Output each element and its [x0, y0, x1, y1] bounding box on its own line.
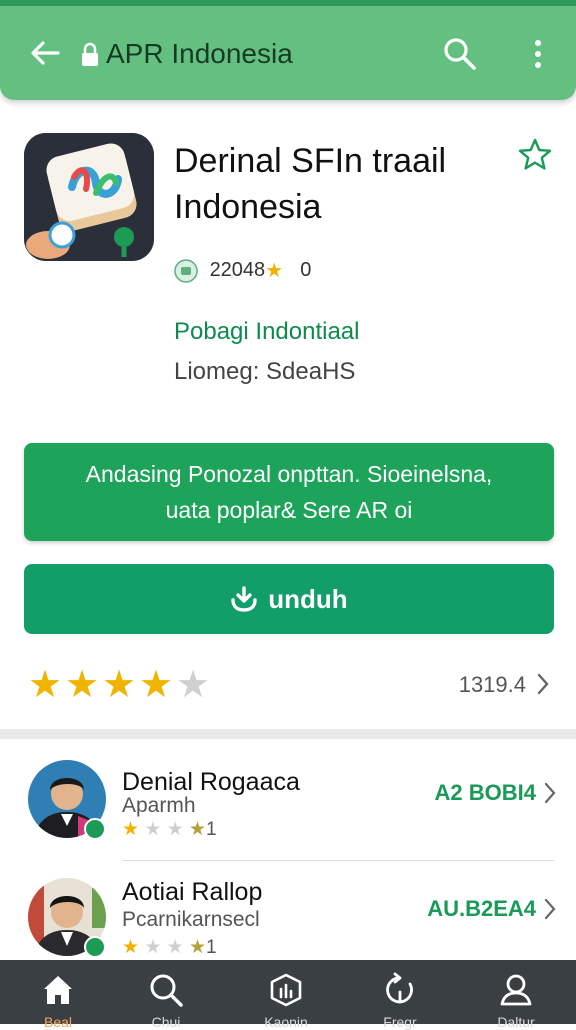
download-button[interactable]: unduh: [24, 564, 554, 634]
app-bar-title: APR Indonesia: [106, 38, 293, 69]
license-text: Liomeg: SdeaHS: [174, 358, 356, 385]
reviewer-name: Aotiai Rallop: [122, 878, 263, 906]
lock-icon: [82, 42, 98, 66]
star-empty-icon: ★: [176, 664, 211, 706]
nav-label: Beal: [43, 1014, 73, 1030]
star-filled-icon: ★: [65, 664, 100, 706]
home-icon: [44, 976, 72, 1004]
app-title: Derinal SFIn traail Indonesia: [174, 138, 504, 230]
reviewer-rating-suffix: 1: [206, 819, 217, 840]
app-icon: [24, 133, 154, 261]
chevron-right-icon: [544, 782, 556, 804]
download-icon: [231, 586, 257, 612]
downloads-count: 22048: [209, 259, 266, 281]
app-title-line-2: Indonesia: [174, 188, 322, 226]
nav-label: Fregr: [383, 1014, 417, 1030]
app-meta-row: 22048★ 0: [174, 258, 311, 284]
downloads-icon: [174, 258, 198, 283]
developer-name[interactable]: Pobagi Indontiaal: [174, 318, 359, 346]
verified-badge-icon: [84, 818, 106, 840]
rating-count: 1319.4: [458, 672, 526, 697]
nav-item-home[interactable]: Beal: [18, 960, 98, 1030]
nav-label: Daltur: [497, 1014, 535, 1030]
favorite-star-icon[interactable]: [518, 138, 552, 172]
review-points: AU.B2EA4: [427, 896, 536, 921]
meta-star-icon: ★: [265, 260, 284, 282]
rating-stars: ★ ★ ★ ★ ★: [28, 666, 213, 704]
nav-item-profile[interactable]: Daltur: [476, 960, 556, 1030]
star-filled-icon: ★: [139, 664, 174, 706]
section-divider: [0, 729, 576, 739]
reviewer-subtitle: Pcarnikarnsecl: [122, 908, 260, 931]
verified-badge-icon: [84, 936, 106, 958]
nav-item-search[interactable]: Chui: [126, 960, 206, 1030]
review-item[interactable]: Denial Rogaaca Aparmh ★ ★ ★ ★1 A2 BOBI4: [0, 752, 576, 862]
reviewer-subtitle: Aparmh: [122, 794, 196, 817]
search-icon[interactable]: [442, 36, 478, 72]
more-vert-icon[interactable]: [526, 36, 550, 72]
promo-banner[interactable]: Andasing Ponozal onpttan. Sioeinelsna, u…: [24, 443, 554, 541]
meta-rating: 0: [300, 259, 312, 281]
search-icon: [150, 974, 183, 1007]
app-bar: APR Indonesia: [0, 6, 576, 100]
reviewer-stars: ★ ★ ★ ★1: [122, 937, 217, 958]
promo-line-2: uata poplar& Sere AR oi: [165, 497, 413, 523]
reviewer-stars: ★ ★ ★ ★1: [122, 819, 217, 840]
chevron-right-icon: [537, 673, 549, 695]
star-filled-icon: ★: [28, 664, 63, 706]
profile-icon: [500, 974, 532, 1006]
app-title-line-1: Derinal SFIn traail: [174, 142, 447, 180]
nav-item-refresh[interactable]: Fregr: [360, 960, 440, 1030]
nav-label: Chui: [151, 1014, 181, 1030]
promo-line-1: Andasing Ponozal onpttan. Sioeinelsna,: [85, 461, 493, 487]
nav-item-apps[interactable]: Kaonin: [246, 960, 326, 1030]
download-label: unduh: [268, 583, 348, 614]
reviewer-rating-suffix: 1: [206, 937, 217, 958]
star-filled-icon: ★: [102, 664, 137, 706]
chevron-right-icon: [544, 898, 556, 920]
reviewer-name: Denial Rogaaca: [122, 768, 300, 796]
nav-label: Kaonin: [264, 1014, 308, 1030]
rating-row[interactable]: ★ ★ ★ ★ ★ 1319.4: [24, 664, 556, 704]
back-arrow-icon[interactable]: [28, 36, 62, 70]
row-separator: [122, 860, 554, 861]
bottom-navigation: Beal Chui Kaonin Fregr Daltur: [0, 960, 576, 1030]
refresh-icon: [386, 972, 413, 1004]
review-points: A2 BOBI4: [434, 780, 536, 805]
apps-icon: [270, 973, 302, 1007]
